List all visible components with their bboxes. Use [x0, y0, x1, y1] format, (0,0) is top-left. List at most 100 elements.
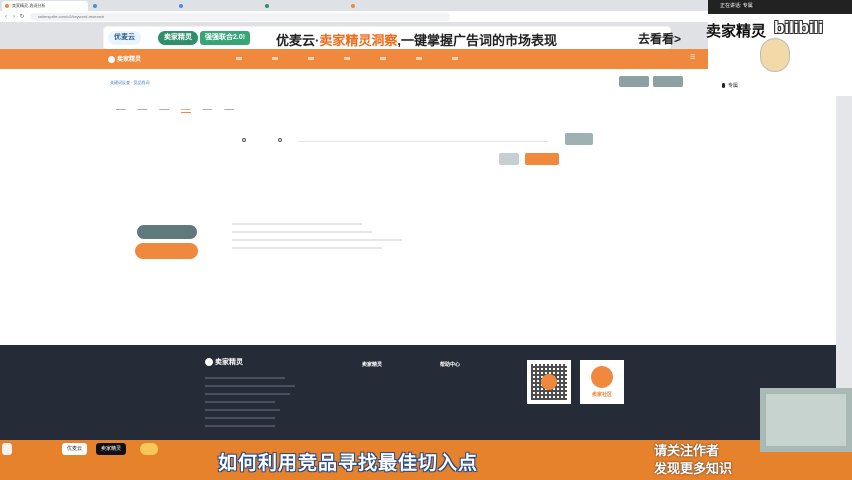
logo-icon [205, 358, 213, 367]
overlay-brand: 卖家精灵 [706, 23, 767, 40]
top-action-button[interactable] [653, 76, 683, 87]
sub-tabs: ━━━━ ━━━━ ━━━━ ━━━━ ━━━━ ━━━━ [116, 107, 234, 113]
left-action-button[interactable] [137, 225, 197, 239]
taskbar-item[interactable]: 卖家精灵 [96, 443, 127, 455]
taskbar-item[interactable]: 优麦云 [62, 443, 88, 455]
mascot-avatar [760, 38, 790, 72]
speaker-name: 专属 [742, 3, 753, 9]
speaking-label: 正在讲话: [720, 3, 742, 9]
nav-item[interactable] [380, 57, 386, 60]
user-menu-icon[interactable]: ☰ [690, 54, 695, 61]
address-bar-row: ‹ › ↻ sellersprite.com/v2/keyword-resear… [0, 11, 708, 23]
community-logo-icon [591, 366, 613, 388]
nav-item[interactable] [308, 57, 314, 60]
footer-info-line [205, 377, 285, 379]
site-logo-text: 卖家精灵 [117, 57, 142, 63]
bilibili-logo: bilibili [774, 18, 824, 37]
breadcrumb[interactable]: 关键词反查 · 竞品找词 [110, 80, 150, 86]
browser-tab-active[interactable]: 卖家精灵-选词分析 [2, 1, 88, 11]
voice-user-name: 专属 [728, 83, 739, 89]
search-button[interactable] [525, 153, 559, 165]
footer-info-line [205, 393, 290, 395]
community-label: 卖家社区 [591, 392, 612, 398]
side-subtitle-line: 发现更多知识 [654, 461, 733, 476]
webcam-overlay [760, 388, 852, 452]
favicon-icon [5, 4, 9, 8]
note-line [232, 239, 402, 241]
browser-tab[interactable] [348, 1, 432, 11]
promo-prefix: 优麦云· [276, 33, 320, 48]
footer-info-line [205, 385, 295, 387]
footer-col-title: 帮助中心 [440, 362, 461, 368]
promo-suffix: ,一键掌握广告词的市场表现 [397, 33, 557, 48]
main-content: 关键词反查 · 竞品找词 ━━━━ ━━━━ ━━━━ ━━━━ ━━━━ ━━… [0, 69, 836, 345]
nav-item[interactable] [344, 57, 350, 60]
filter-button[interactable] [565, 133, 593, 145]
favicon-icon [179, 4, 183, 8]
forward-icon[interactable]: › [10, 13, 18, 21]
nav-item[interactable] [452, 57, 458, 60]
promo-logo-sellersprite: 卖家精灵 [158, 31, 198, 45]
tab-item[interactable]: ━━━━ [138, 107, 148, 113]
note-line [232, 223, 362, 225]
browser-tab[interactable] [176, 1, 260, 11]
footer-info-line [205, 409, 280, 411]
favicon-icon [351, 4, 355, 8]
tab-title: 卖家精灵-选词分析 [12, 3, 46, 8]
video-subtitle: 如何利用竞品寻找最佳切入点 [218, 453, 479, 474]
nav-item[interactable] [236, 57, 242, 60]
side-subtitle-line: 请关注作者 [654, 443, 720, 458]
top-action-button[interactable] [619, 76, 649, 87]
asin-input[interactable] [298, 141, 548, 142]
tab-item[interactable]: ━━━━ [159, 107, 169, 113]
tab-item-active[interactable]: ━━━━ [180, 107, 191, 113]
promo-banner[interactable]: 优麦云 卖家精灵 强强联合2.0! 优麦云·卖家精灵洞察,一键掌握广告词的市场表… [104, 27, 681, 49]
reset-button[interactable] [499, 153, 519, 165]
webcam-frame [766, 394, 846, 446]
footer-logo: 卖家精灵 [205, 357, 243, 367]
radio-icon [278, 137, 282, 142]
site-header: 卖家精灵 ☰ [0, 49, 708, 69]
community-card[interactable]: 卖家社区 [580, 360, 624, 404]
tab-item[interactable]: ━━━━ [224, 107, 234, 113]
radio-option[interactable] [278, 137, 284, 142]
qr-logo-icon [541, 374, 557, 390]
note-line [232, 231, 372, 233]
microphone-icon [722, 83, 725, 89]
logo-icon [108, 55, 115, 63]
footer-info-line [205, 425, 275, 427]
browser-tab[interactable] [262, 1, 346, 11]
windows-start-icon[interactable] [2, 443, 12, 455]
back-icon[interactable]: ‹ [2, 13, 10, 21]
footer-info-line [205, 401, 275, 403]
tab-item[interactable]: ━━━━ [116, 107, 126, 113]
voice-user: 专属 [722, 82, 738, 89]
nav-item[interactable] [416, 57, 422, 60]
site-logo[interactable]: 卖家精灵 [108, 54, 141, 63]
promo-tag: 强强联合2.0! [200, 31, 251, 45]
left-primary-button[interactable] [135, 243, 198, 259]
promo-headline: 优麦云·卖家精灵洞察,一键掌握广告词的市场表现 [276, 30, 557, 49]
nav-item[interactable] [272, 57, 278, 60]
qr-code [527, 360, 571, 404]
promo-highlight: 卖家精灵洞察 [319, 33, 398, 48]
footer-col-title: 卖家精灵 [362, 362, 383, 368]
tab-item[interactable]: ━━━━ [203, 107, 213, 113]
footer-logo-text: 卖家精灵 [215, 359, 243, 366]
reload-icon[interactable]: ↻ [18, 13, 26, 21]
promo-logo-youmaiyun: 优麦云 [108, 31, 141, 45]
radio-option[interactable] [242, 137, 248, 142]
url-input[interactable]: sellersprite.com/v2/keyword-research [30, 13, 450, 21]
site-footer: 卖家精灵 卖家精灵 帮助中心 卖家社区 [0, 345, 836, 440]
browser-tabbar: 卖家精灵-选词分析 [0, 0, 708, 11]
radio-icon [242, 137, 246, 142]
site-nav [236, 57, 458, 60]
promo-go-button[interactable]: 去看看> [638, 30, 681, 47]
browser-tab[interactable] [90, 1, 174, 11]
search-row [238, 135, 598, 145]
note-line [232, 247, 382, 249]
stream-side-panel: 正在讲话: 专属 卖家精灵 bilibili 专属 [706, 0, 852, 96]
taskbar-avatar[interactable] [140, 443, 158, 455]
favicon-icon [93, 4, 97, 8]
favicon-icon [265, 4, 269, 8]
